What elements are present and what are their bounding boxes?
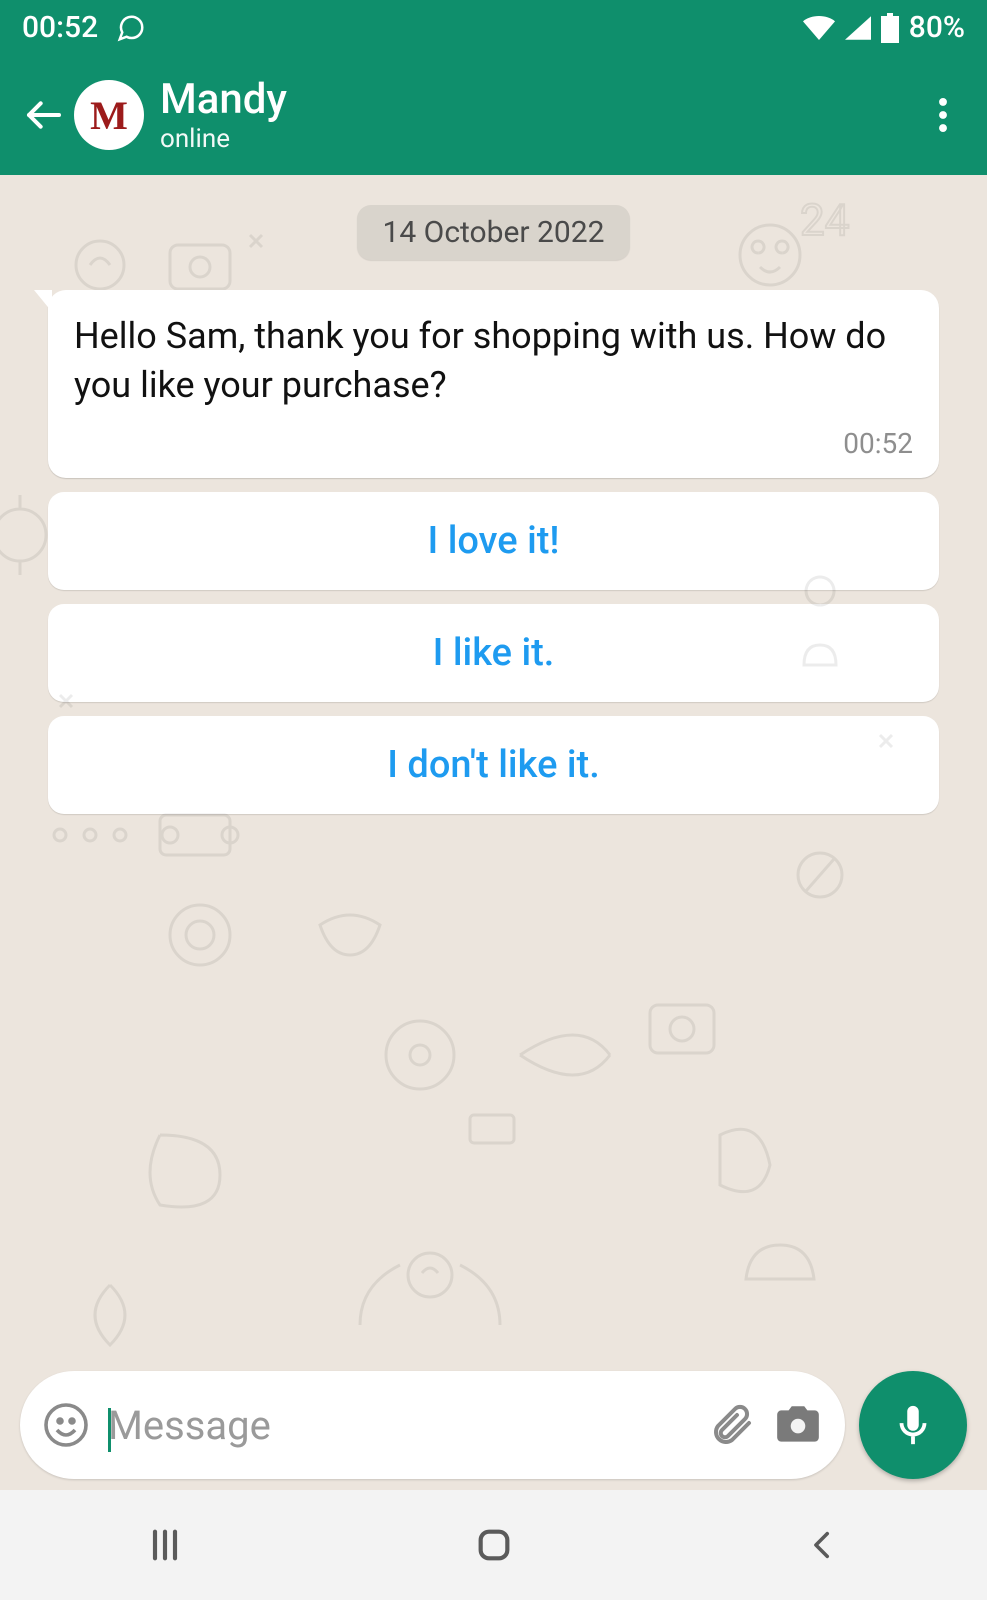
quick-reply-dont-like-it[interactable]: I don't like it.: [48, 716, 939, 814]
emoji-icon[interactable]: [42, 1401, 90, 1449]
avatar-letter: M: [90, 92, 128, 139]
status-bar: 00:52 80%: [0, 0, 987, 55]
contact-name: Mandy: [160, 77, 287, 123]
chat-area[interactable]: 24 14 October 2022 Hello Sa: [0, 175, 987, 1490]
quick-reply-love-it[interactable]: I love it!: [48, 492, 939, 590]
more-options-button[interactable]: [919, 91, 967, 139]
text-cursor: [108, 1408, 111, 1452]
quick-reply-like-it[interactable]: I like it.: [48, 604, 939, 702]
whatsapp-notification-icon: [116, 13, 146, 43]
contact-status: online: [160, 125, 287, 154]
android-nav-bar: [0, 1490, 987, 1600]
contact-info[interactable]: Mandy online: [160, 77, 287, 154]
input-bar: Message: [0, 1360, 987, 1490]
message-placeholder: Message: [108, 1402, 271, 1449]
battery-percentage: 80%: [909, 10, 965, 45]
chat-header: M Mandy online: [0, 55, 987, 175]
nav-recents-button[interactable]: [125, 1505, 205, 1585]
message-input-container: Message: [20, 1371, 845, 1479]
svg-text:24: 24: [800, 194, 849, 246]
incoming-message[interactable]: Hello Sam, thank you for shopping with u…: [48, 290, 939, 478]
message-time: 00:52: [74, 427, 913, 460]
signal-icon: [845, 16, 871, 40]
nav-home-button[interactable]: [454, 1505, 534, 1585]
nav-back-button[interactable]: [783, 1505, 863, 1585]
quick-reply-options: I love it! I like it. I don't like it.: [48, 492, 939, 814]
message-text: Hello Sam, thank you for shopping with u…: [74, 312, 913, 409]
message-input[interactable]: Message: [108, 1402, 689, 1449]
battery-icon: [881, 13, 899, 43]
voice-message-button[interactable]: [859, 1371, 967, 1479]
wifi-icon: [803, 16, 835, 40]
camera-icon[interactable]: [773, 1400, 823, 1450]
date-separator: 14 October 2022: [357, 205, 631, 260]
back-button[interactable]: [20, 91, 68, 139]
contact-avatar[interactable]: M: [74, 80, 144, 150]
attachment-icon[interactable]: [707, 1401, 755, 1449]
status-time: 00:52: [22, 10, 98, 45]
